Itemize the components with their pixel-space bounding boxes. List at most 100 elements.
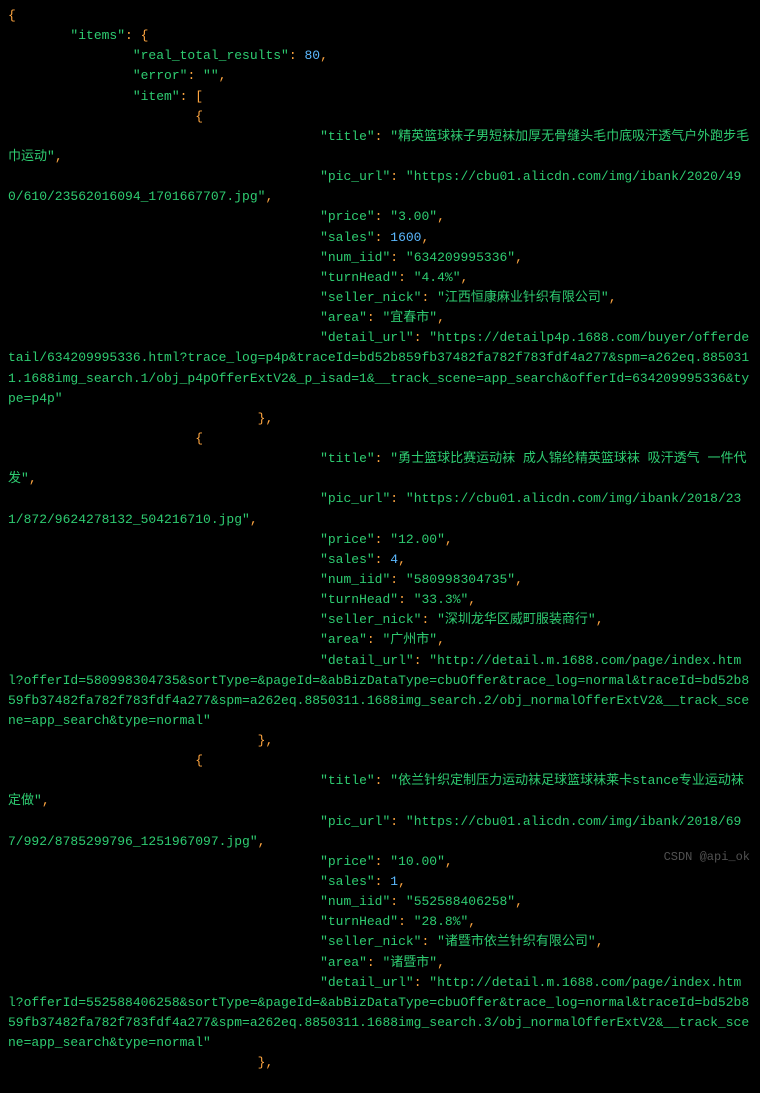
- indent: [8, 270, 320, 285]
- comma: ,: [596, 612, 604, 627]
- comma: ,: [437, 955, 445, 970]
- indent: [8, 653, 320, 668]
- key-title: "title": [320, 773, 375, 788]
- brace-open: {: [8, 8, 16, 23]
- indent: [8, 48, 133, 63]
- indent: [8, 874, 320, 889]
- val-seller-nick-0: "江西恒康麻业针织有限公司": [437, 290, 609, 305]
- colon: :: [375, 874, 391, 889]
- key-price: "price": [320, 532, 375, 547]
- key-items: "items": [70, 28, 125, 43]
- comma: ,: [398, 874, 406, 889]
- comma: ,: [398, 552, 406, 567]
- brace-close: },: [258, 1055, 274, 1070]
- val-sales-2: 1: [390, 874, 398, 889]
- colon: :: [414, 330, 430, 345]
- comma: ,: [468, 914, 476, 929]
- indent: [8, 814, 320, 829]
- val-num-iid-1: "580998304735": [406, 572, 515, 587]
- key-pic-url: "pic_url": [320, 169, 390, 184]
- comma: ,: [55, 149, 63, 164]
- val-price-1: "12.00": [390, 532, 445, 547]
- key-price: "price": [320, 209, 375, 224]
- indent: [8, 1055, 258, 1070]
- colon: :: [125, 28, 141, 43]
- comma: ,: [219, 68, 227, 83]
- val-real-total-results: 80: [304, 48, 320, 63]
- val-turnhead-1: "33.3%": [414, 592, 469, 607]
- colon: :: [180, 89, 196, 104]
- val-seller-nick-2: "诸暨市依兰针织有限公司": [437, 934, 596, 949]
- indent: [8, 169, 320, 184]
- colon: :: [375, 451, 391, 466]
- colon: :: [375, 552, 391, 567]
- brace-close: },: [258, 733, 274, 748]
- comma: ,: [437, 310, 445, 325]
- indent: [8, 310, 320, 325]
- key-sales: "sales": [320, 552, 375, 567]
- brace-open: {: [195, 431, 203, 446]
- key-detail-url: "detail_url": [320, 330, 414, 345]
- key-turnhead: "turnHead": [320, 270, 398, 285]
- val-area-0: "宜春市": [382, 310, 437, 325]
- key-pic-url: "pic_url": [320, 814, 390, 829]
- key-sales: "sales": [320, 230, 375, 245]
- indent: [8, 491, 320, 506]
- indent: [8, 290, 320, 305]
- indent: [8, 68, 133, 83]
- indent: [8, 955, 320, 970]
- watermark: CSDN @api_ok: [664, 848, 750, 867]
- indent: [8, 250, 320, 265]
- colon: :: [375, 209, 391, 224]
- json-viewer: { "items": { "real_total_results": 80, "…: [0, 0, 760, 1093]
- colon: :: [390, 814, 406, 829]
- key-sales: "sales": [320, 874, 375, 889]
- val-price-2: "10.00": [390, 854, 445, 869]
- comma: ,: [422, 230, 430, 245]
- comma: ,: [609, 290, 617, 305]
- key-seller-nick: "seller_nick": [320, 612, 421, 627]
- colon: :: [414, 653, 430, 668]
- comma: ,: [515, 572, 523, 587]
- colon: :: [390, 491, 406, 506]
- val-num-iid-0: "634209995336": [406, 250, 515, 265]
- colon: :: [367, 955, 383, 970]
- key-turnhead: "turnHead": [320, 592, 398, 607]
- brace-open: {: [195, 753, 203, 768]
- brace-open: {: [141, 28, 149, 43]
- colon: :: [398, 270, 414, 285]
- indent: [8, 431, 195, 446]
- key-price: "price": [320, 854, 375, 869]
- colon: :: [398, 914, 414, 929]
- colon: :: [375, 129, 391, 144]
- key-seller-nick: "seller_nick": [320, 290, 421, 305]
- val-sales-0: 1600: [390, 230, 421, 245]
- comma: ,: [42, 793, 50, 808]
- indent: [8, 451, 320, 466]
- key-detail-url: "detail_url": [320, 975, 414, 990]
- key-error: "error": [133, 68, 188, 83]
- brace-close: },: [258, 411, 274, 426]
- indent: [8, 733, 258, 748]
- comma: ,: [468, 592, 476, 607]
- val-num-iid-2: "552588406258": [406, 894, 515, 909]
- brace-open: {: [195, 109, 203, 124]
- key-num-iid: "num_iid": [320, 250, 390, 265]
- key-seller-nick: "seller_nick": [320, 934, 421, 949]
- indent: [8, 109, 195, 124]
- val-sales-1: 4: [390, 552, 398, 567]
- comma: ,: [258, 834, 266, 849]
- key-detail-url: "detail_url": [320, 653, 414, 668]
- val-turnhead-2: "28.8%": [414, 914, 469, 929]
- val-area-1: "广州市": [382, 632, 437, 647]
- indent: [8, 230, 320, 245]
- indent: [8, 89, 133, 104]
- key-area: "area": [320, 632, 367, 647]
- val-error: "": [203, 68, 219, 83]
- key-title: "title": [320, 451, 375, 466]
- comma: ,: [265, 189, 273, 204]
- val-area-2: "诸暨市": [382, 955, 437, 970]
- indent: [8, 411, 258, 426]
- indent: [8, 330, 320, 345]
- val-turnhead-0: "4.4%": [414, 270, 461, 285]
